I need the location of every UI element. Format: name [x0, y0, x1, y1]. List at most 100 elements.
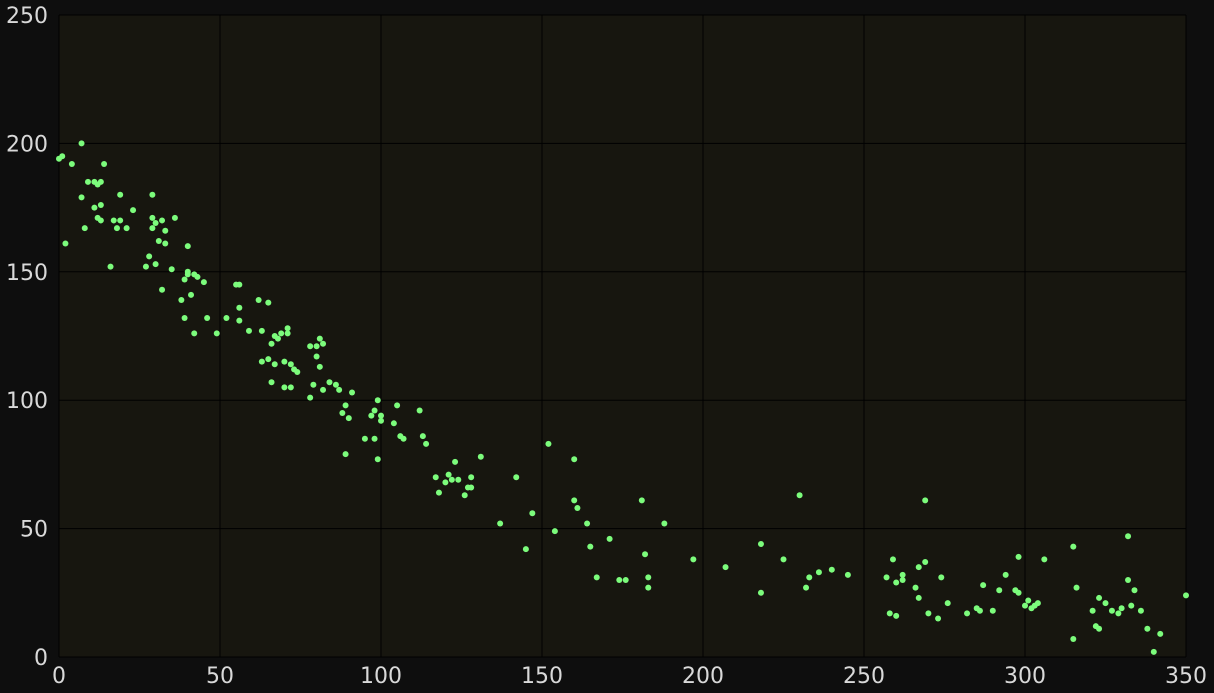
data-point	[204, 315, 211, 322]
data-point	[1089, 607, 1096, 614]
y-tick-label: 150	[6, 261, 48, 286]
data-point	[184, 243, 191, 250]
data-point	[964, 610, 971, 617]
data-point	[1015, 589, 1022, 596]
data-point	[806, 574, 813, 581]
data-point	[97, 178, 104, 185]
data-point	[1025, 597, 1032, 604]
data-point	[349, 389, 356, 396]
data-point	[448, 476, 455, 483]
data-point	[268, 379, 275, 386]
data-point	[236, 317, 243, 324]
data-point	[1183, 592, 1189, 599]
data-point	[374, 397, 381, 404]
data-point	[307, 394, 314, 401]
data-point	[159, 217, 166, 224]
y-tick-label: 250	[6, 4, 48, 29]
data-point	[1115, 610, 1122, 617]
data-point	[461, 492, 468, 499]
data-point	[62, 240, 69, 247]
data-point	[284, 325, 291, 332]
data-point	[181, 276, 188, 283]
data-point	[1041, 556, 1048, 563]
x-tick-label: 250	[843, 664, 885, 689]
data-point	[130, 207, 137, 214]
data-point	[68, 160, 75, 167]
data-point	[278, 330, 285, 337]
data-point	[81, 225, 88, 232]
y-tick-label: 200	[6, 132, 48, 157]
data-point	[258, 358, 265, 365]
data-point	[587, 543, 594, 550]
data-point	[332, 381, 339, 388]
data-point	[107, 263, 114, 270]
data-point	[287, 384, 294, 391]
data-point	[152, 220, 159, 227]
data-point	[606, 535, 613, 542]
data-point	[757, 589, 764, 596]
data-point	[313, 343, 320, 350]
data-point	[419, 433, 426, 440]
data-point	[162, 240, 169, 247]
data-point	[899, 576, 906, 583]
x-tick-label: 300	[1004, 664, 1046, 689]
data-point	[117, 191, 124, 198]
data-point	[980, 582, 987, 589]
data-point	[1002, 571, 1009, 578]
data-point	[922, 497, 929, 504]
data-point	[922, 558, 929, 565]
data-point	[78, 194, 85, 201]
data-point	[345, 415, 352, 422]
data-point	[1137, 607, 1144, 614]
data-point	[893, 612, 900, 619]
data-point	[844, 571, 851, 578]
data-point	[815, 569, 822, 576]
data-point	[320, 386, 327, 393]
data-point	[1070, 543, 1077, 550]
data-point	[378, 417, 384, 424]
data-point	[722, 564, 729, 571]
data-point	[117, 217, 124, 224]
data-point	[915, 594, 922, 601]
data-point	[477, 453, 484, 460]
data-point	[97, 202, 104, 209]
data-point	[996, 587, 1003, 594]
data-point	[593, 574, 600, 581]
data-point	[1070, 636, 1077, 643]
data-point	[316, 363, 323, 370]
data-point	[915, 564, 922, 571]
data-point	[513, 474, 520, 481]
data-point	[1150, 648, 1157, 655]
data-point	[1096, 625, 1103, 632]
data-point	[339, 410, 346, 417]
data-point	[191, 330, 198, 337]
data-point	[452, 458, 459, 465]
data-point	[162, 227, 169, 234]
data-point	[455, 476, 462, 483]
data-point	[265, 299, 272, 306]
data-point	[645, 584, 652, 591]
data-point	[149, 214, 156, 221]
data-point	[184, 268, 191, 275]
x-tick-label: 50	[206, 664, 234, 689]
data-point	[1034, 600, 1041, 607]
data-point	[1108, 607, 1115, 614]
data-point	[1102, 600, 1109, 607]
data-point	[796, 492, 803, 499]
data-point	[899, 571, 906, 578]
data-point	[149, 225, 156, 232]
scatter-chart: 0 50 100 150 200 250 300 350 0 50 100 150 200 250	[0, 0, 1214, 693]
data-point	[1015, 553, 1022, 560]
data-point	[245, 327, 252, 334]
data-point	[886, 610, 893, 617]
data-point	[638, 497, 645, 504]
data-point	[1144, 625, 1151, 632]
data-point	[336, 386, 343, 393]
data-point	[390, 420, 397, 427]
data-point	[91, 204, 98, 211]
data-point	[236, 281, 243, 288]
data-point	[149, 191, 156, 198]
data-point	[287, 361, 294, 368]
data-point	[497, 520, 504, 527]
data-point	[416, 407, 423, 414]
